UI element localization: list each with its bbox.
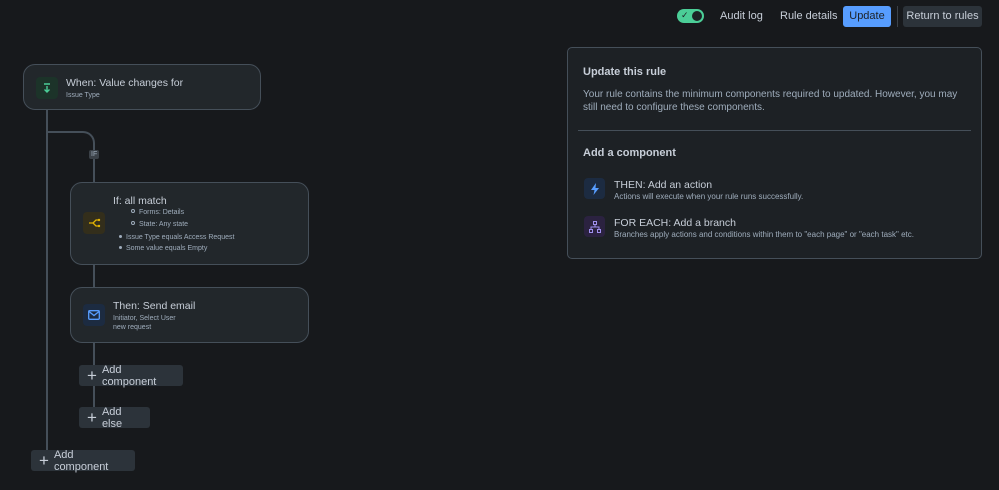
rule-details-button[interactable]: Rule details bbox=[772, 6, 845, 27]
condition-card[interactable]: If: all match Forms: Details State: Any … bbox=[70, 182, 309, 265]
panel-divider bbox=[578, 130, 971, 131]
mail-icon bbox=[83, 304, 105, 326]
trigger-subtitle: Issue Type bbox=[66, 92, 100, 99]
update-rule-panel: Update this rule Your rule contains the … bbox=[567, 47, 982, 259]
trigger-card[interactable]: When: Value changes for Issue Type bbox=[23, 64, 261, 110]
branch-icon bbox=[584, 216, 605, 237]
action-card[interactable]: Then: Send email Initiator, Select User n… bbox=[70, 287, 309, 343]
plus-icon: + bbox=[87, 408, 97, 427]
add-action-option[interactable]: THEN: Add an action Actions will execute… bbox=[583, 177, 973, 203]
action-title: Then: Send email bbox=[113, 300, 196, 312]
option-description: Branches apply actions and conditions wi… bbox=[614, 230, 914, 239]
branch-connector bbox=[47, 131, 95, 153]
toggle-knob bbox=[692, 11, 702, 21]
add-else-button[interactable]: + Add else bbox=[79, 406, 150, 430]
add-component-heading: Add a component bbox=[583, 147, 676, 159]
plus-icon: + bbox=[39, 451, 49, 470]
branch-condition-icon bbox=[83, 212, 105, 234]
add-component-button[interactable]: + Add component bbox=[79, 364, 183, 388]
option-title: FOR EACH: Add a branch bbox=[614, 217, 736, 229]
rule-enabled-toggle[interactable]: ✓ bbox=[677, 9, 704, 23]
condition-item: Issue Type equals Access Request bbox=[119, 234, 234, 241]
plus-icon: + bbox=[87, 366, 97, 385]
option-title: THEN: Add an action bbox=[614, 179, 713, 191]
add-component-button-outer[interactable]: + Add component bbox=[31, 449, 135, 473]
check-icon: ✓ bbox=[681, 10, 689, 20]
condition-item: State: Any state bbox=[131, 221, 188, 228]
if-then-connector bbox=[93, 265, 95, 287]
action-subtitle: Initiator, Select User new request bbox=[113, 315, 176, 331]
panel-description: Your rule contains the minimum component… bbox=[583, 89, 958, 113]
audit-log-button[interactable]: Audit log bbox=[712, 6, 771, 27]
toolbar-divider bbox=[897, 6, 898, 27]
condition-item: Some value equals Empty bbox=[119, 245, 207, 252]
trigger-title: When: Value changes for bbox=[66, 77, 184, 89]
condition-item: Forms: Details bbox=[131, 209, 184, 216]
panel-title: Update this rule bbox=[583, 66, 667, 78]
condition-title: If: all match bbox=[113, 195, 167, 207]
update-button[interactable]: Update bbox=[843, 6, 891, 27]
lightning-icon bbox=[584, 178, 605, 199]
return-to-rules-button[interactable]: Return to rules bbox=[903, 6, 982, 27]
add-branch-option[interactable]: FOR EACH: Add a branch Branches apply ac… bbox=[583, 215, 973, 241]
main-connector bbox=[46, 110, 48, 452]
option-description: Actions will execute when your rule runs… bbox=[614, 192, 804, 201]
trigger-icon bbox=[36, 77, 58, 99]
if-tag: IF bbox=[89, 150, 100, 159]
